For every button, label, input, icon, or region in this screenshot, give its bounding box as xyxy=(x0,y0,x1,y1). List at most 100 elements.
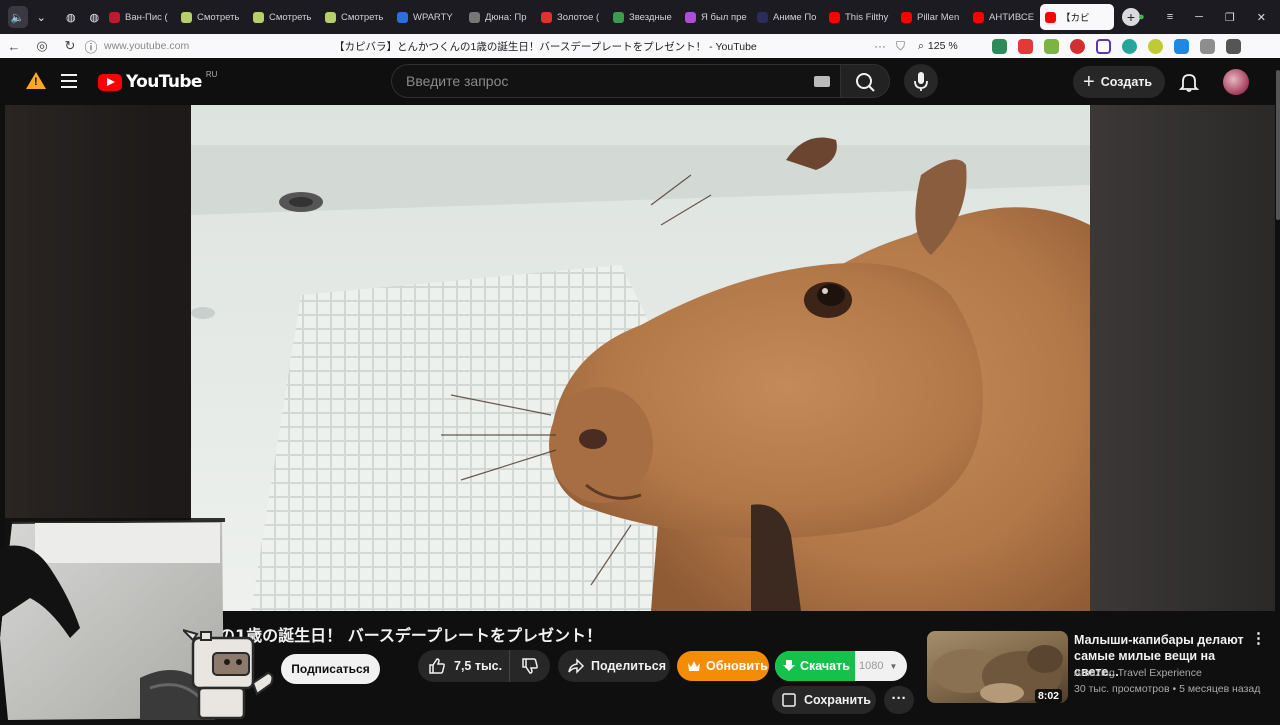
menu-icon[interactable]: ≡ xyxy=(1167,11,1173,23)
create-button[interactable]: + Создать xyxy=(1073,66,1165,98)
chevron-down-icon: ▼ xyxy=(889,661,898,671)
notifications-bell-icon[interactable] xyxy=(1178,71,1200,93)
browser-tab[interactable]: Смотреть xyxy=(176,4,246,30)
recommended-video-menu-icon[interactable]: ⋮ xyxy=(1251,631,1266,646)
extension-icon[interactable] xyxy=(1070,38,1085,54)
site-info-icon[interactable]: ⓘ xyxy=(84,37,98,56)
tab-label: АНТИВСЕ xyxy=(989,11,1035,23)
browser-tab[interactable]: 【カビ xyxy=(1040,4,1114,30)
tab-label: Аниме По xyxy=(773,11,817,23)
keyboard-icon[interactable] xyxy=(814,76,830,87)
upgrade-label: Обновить xyxy=(706,659,768,673)
upgrade-button[interactable]: Обновить xyxy=(677,651,769,681)
extension-icon[interactable] xyxy=(1174,38,1189,54)
browser-tab[interactable]: Золотое ( xyxy=(536,4,606,30)
download-quality: 1080 xyxy=(859,660,884,672)
like-button[interactable]: 7,5 тыс. xyxy=(418,650,510,682)
protect-icon[interactable]: ◎ xyxy=(28,38,56,54)
browser-tab[interactable]: Смотреть xyxy=(320,4,390,30)
meta-separator: • xyxy=(1172,683,1177,695)
download-main[interactable]: Скачать xyxy=(775,651,855,681)
browser-tab[interactable]: АНТИВСЕ xyxy=(968,4,1038,30)
extension-icon[interactable] xyxy=(1122,38,1137,54)
create-label: Создать xyxy=(1100,75,1153,89)
browser-tab[interactable]: Pillar Men xyxy=(896,4,966,30)
save-playlist-icon xyxy=(782,693,796,707)
download-button[interactable]: Скачать 1080 ▼ xyxy=(775,651,907,681)
subscribe-button[interactable]: Подписаться xyxy=(281,654,380,684)
tab-label: Звездные xyxy=(629,11,672,23)
youtube-logo[interactable]: YouTube RU xyxy=(98,69,218,92)
more-actions-button[interactable]: ··· xyxy=(884,686,914,714)
zoom-level: 125 % xyxy=(927,40,958,52)
puzzle-icon[interactable] xyxy=(1200,38,1215,54)
avatar[interactable] xyxy=(1223,69,1249,95)
browser-tab[interactable]: Смотреть xyxy=(248,4,318,30)
browser-tab[interactable]: Ван-Пис ( xyxy=(104,4,174,30)
voice-search-button[interactable] xyxy=(904,64,938,98)
extension-icon[interactable] xyxy=(1148,38,1163,54)
menu-icon[interactable] xyxy=(61,74,77,88)
video-duration: 8:02 xyxy=(1034,689,1062,703)
browser-tab[interactable]: Дюна: Пр xyxy=(464,4,534,30)
window-controls: ● ≡ ─ ❐ ✕ xyxy=(1138,0,1280,34)
browser-tab[interactable]: Аниме По xyxy=(752,4,822,30)
zoom-indicator[interactable]: ⌕ 125 % xyxy=(918,40,978,53)
share-icon xyxy=(568,658,585,674)
chevron-down-icon[interactable]: ⌄ xyxy=(32,6,52,28)
tab-favicon-icon xyxy=(469,11,480,23)
tab-favicon-icon xyxy=(973,11,984,23)
back-icon[interactable]: ← xyxy=(0,39,28,54)
extension-icon[interactable]: ● xyxy=(1138,11,1145,23)
browser-tab[interactable]: Я был пре xyxy=(680,4,750,30)
tab-favicon-icon xyxy=(325,11,336,23)
pinned-tab-icon[interactable]: ◍ xyxy=(61,6,81,28)
extension-icon[interactable] xyxy=(1096,38,1111,54)
tab-favicon-icon xyxy=(901,11,912,23)
tab-favicon-icon xyxy=(757,11,768,23)
dislike-button[interactable] xyxy=(510,650,550,682)
extension-icon[interactable] xyxy=(1044,38,1059,54)
restore-button[interactable]: ❐ xyxy=(1225,11,1235,24)
page-scrollbar[interactable] xyxy=(1276,70,1280,220)
crown-icon xyxy=(688,661,700,671)
search-icon xyxy=(856,73,875,92)
download-icon[interactable] xyxy=(1226,38,1241,54)
thumbs-down-icon xyxy=(522,658,538,674)
extension-icon[interactable] xyxy=(1018,38,1033,54)
robot-cow-mascot-icon xyxy=(179,627,274,720)
search-input[interactable] xyxy=(406,73,786,89)
more-icon[interactable]: ··· xyxy=(874,39,896,53)
save-button[interactable]: Сохранить xyxy=(772,686,876,714)
url-field[interactable]: www.youtube.com xyxy=(104,40,334,52)
speaker-icon[interactable]: 🔈 xyxy=(8,6,28,28)
video-player[interactable] xyxy=(191,105,1090,611)
tab-favicon-icon xyxy=(109,11,120,23)
tab-favicon-icon xyxy=(181,11,192,23)
tab-favicon-icon xyxy=(1045,11,1056,23)
browser-tab[interactable]: This Filthy xyxy=(824,4,894,30)
browser-tab-bar: 🔈 ⌄ ◍ ◍ Ван-Пис ( Смотреть Смотреть Смотрет… xyxy=(0,0,1280,34)
tab-label: This Filthy xyxy=(845,11,889,23)
close-button[interactable]: ✕ xyxy=(1257,11,1266,24)
region-label: RU xyxy=(205,69,218,79)
download-quality-select[interactable]: 1080 ▼ xyxy=(855,651,907,681)
minimize-button[interactable]: ─ xyxy=(1195,11,1203,23)
recommended-video-channel[interactable]: Amazing Travel Experience xyxy=(1074,667,1202,679)
address-bar: ← ◎ ↻ ⓘ www.youtube.com 【カピバラ】とんかつくんの1歳の… xyxy=(0,34,1280,58)
browser-tab[interactable]: WPARTY xyxy=(392,4,462,30)
tab-label: Смотреть xyxy=(341,11,384,23)
tab-label: Смотреть xyxy=(197,11,240,23)
share-button[interactable]: Поделиться xyxy=(558,650,670,682)
search-button[interactable] xyxy=(840,64,890,98)
tab-label: Я был пре xyxy=(701,11,747,23)
pinned-tab-icon[interactable]: ◍ xyxy=(85,6,105,28)
reload-icon[interactable]: ↻ xyxy=(56,38,84,54)
warning-icon[interactable]: ! xyxy=(26,72,46,89)
bookmark-icon[interactable]: ⛉ xyxy=(896,39,918,54)
mascot-sticker xyxy=(179,627,278,720)
tab-favicon-icon xyxy=(541,11,552,23)
browser-tab[interactable]: Звездные xyxy=(608,4,678,30)
extension-icon[interactable] xyxy=(992,38,1007,54)
recommended-video-thumbnail[interactable]: 8:02 xyxy=(927,631,1068,703)
